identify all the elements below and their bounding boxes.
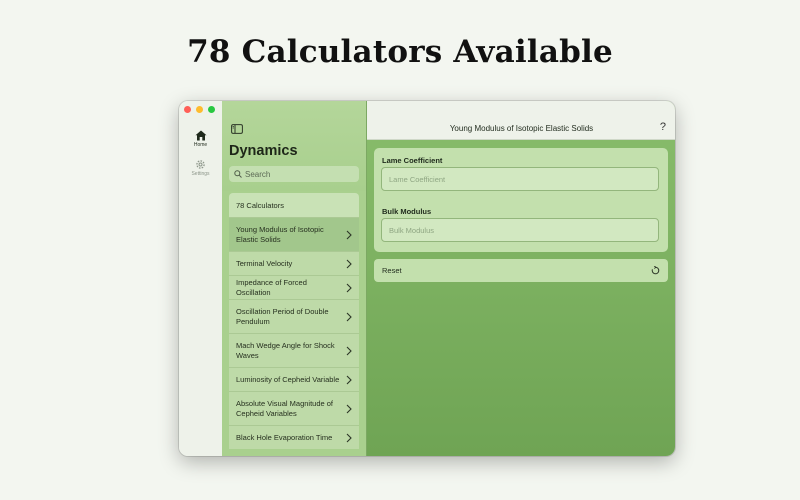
list-item-cepheid-magnitude[interactable]: Absolute Visual Magnitude of Cepheid Var… <box>229 391 359 425</box>
list-item-mach-wedge-angle[interactable]: Mach Wedge Angle for Shock Waves <box>229 333 359 367</box>
list-item-terminal-velocity[interactable]: Terminal Velocity <box>229 251 359 275</box>
list-item-double-pendulum[interactable]: Oscillation Period of Double Pendulum <box>229 299 359 333</box>
rail-home-label: Home <box>193 142 208 148</box>
list-item-young-modulus[interactable]: Young Modulus of Isotopic Elastic Solids <box>229 217 359 251</box>
zoom-window-button[interactable] <box>208 106 215 113</box>
headline: 78 Calculators Available <box>187 34 613 70</box>
list-item-cepheid-luminosity[interactable]: Luminosity of Cepheid Variable <box>229 367 359 391</box>
search-placeholder: Search <box>245 169 271 179</box>
list-item-label: Impedance of Forced Oscillation <box>236 277 307 297</box>
lame-coefficient-input[interactable] <box>381 167 659 191</box>
list-item-label: Terminal Velocity <box>236 258 293 268</box>
input-form: Lame Coefficient Bulk Modulus <box>374 148 668 252</box>
house-icon <box>195 130 206 141</box>
list-title: Dynamics <box>229 143 298 159</box>
reset-icon <box>651 266 660 275</box>
list-item-label: Absolute Visual Magnitude of Cepheid Var… <box>236 398 334 418</box>
detail-toolbar: Young Modulus of Isotopic Elastic Solids… <box>367 101 675 140</box>
app-window: Home Settings Dynamics Search 78 Calcula… <box>179 101 675 456</box>
reset-label: Reset <box>382 266 402 275</box>
list-item-label: Young Modulus of Isotopic Elastic Solids <box>236 224 324 244</box>
list-item-label: Luminosity of Cepheid Variable <box>236 374 340 384</box>
help-button[interactable]: ? <box>660 121 666 133</box>
chevron-right-icon <box>346 283 352 292</box>
list-item-label: Mach Wedge Angle for Shock Waves <box>236 340 335 360</box>
list-item-label: Oscillation Period of Double Pendulum <box>236 306 329 326</box>
bulk-modulus-label: Bulk Modulus <box>382 207 432 216</box>
sidebar-toggle-icon[interactable] <box>231 124 243 134</box>
rail-item-home[interactable]: Home <box>179 130 222 148</box>
lame-coefficient-label: Lame Coefficient <box>382 156 443 165</box>
chevron-right-icon <box>346 346 352 355</box>
icon-rail: Home Settings <box>179 101 223 456</box>
list-header: Dynamics Search <box>222 101 366 191</box>
window-controls <box>184 106 215 113</box>
calculator-list-column: Dynamics Search 78 Calculators Young Mod… <box>222 101 366 456</box>
rail-item-settings[interactable]: Settings <box>179 159 222 177</box>
list-item-impedance-forced-oscillation[interactable]: Impedance of Forced Oscillation <box>229 275 359 299</box>
chevron-right-icon <box>346 259 352 268</box>
calculator-count: 78 Calculators <box>229 193 359 217</box>
bulk-modulus-input[interactable] <box>381 218 659 242</box>
list-item-label: Black Hole Evaporation Time <box>236 432 333 442</box>
search-field[interactable]: Search <box>229 166 359 182</box>
search-icon <box>234 170 242 178</box>
chevron-right-icon <box>346 312 352 321</box>
gear-icon <box>196 160 205 169</box>
close-window-button[interactable] <box>184 106 191 113</box>
chevron-right-icon <box>346 375 352 384</box>
chevron-right-icon <box>346 433 352 442</box>
reset-button[interactable]: Reset <box>374 259 668 282</box>
calculator-detail: Young Modulus of Isotopic Elastic Solids… <box>366 101 675 456</box>
chevron-right-icon <box>346 404 352 413</box>
calculator-list: 78 Calculators Young Modulus of Isotopic… <box>229 193 359 456</box>
rail-settings-label: Settings <box>191 171 210 177</box>
chevron-right-icon <box>346 230 352 239</box>
detail-title: Young Modulus of Isotopic Elastic Solids <box>449 124 594 133</box>
list-item-black-hole-evaporation[interactable]: Black Hole Evaporation Time <box>229 425 359 449</box>
minimize-window-button[interactable] <box>196 106 203 113</box>
